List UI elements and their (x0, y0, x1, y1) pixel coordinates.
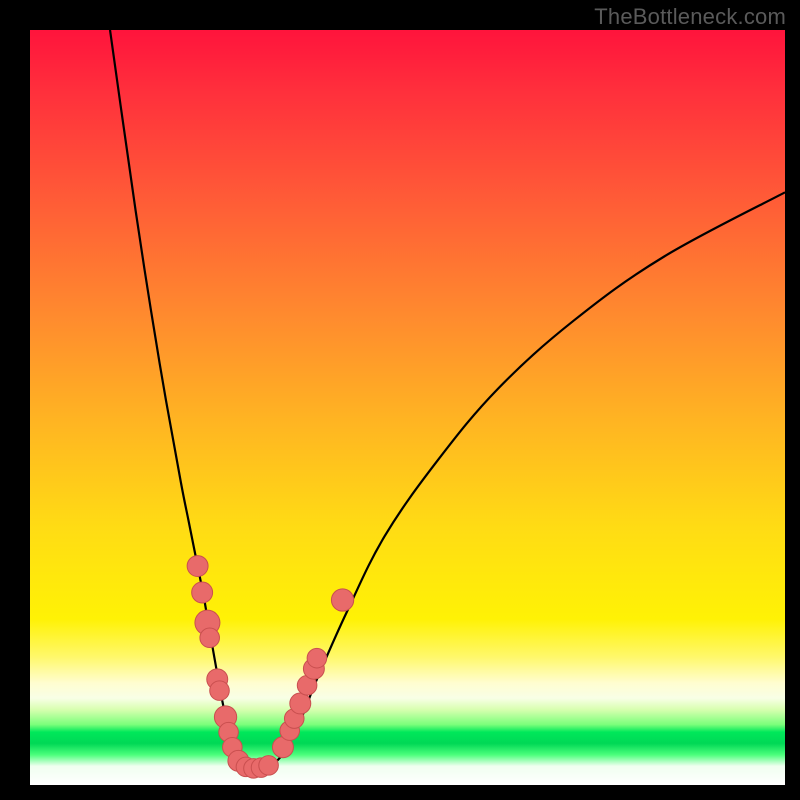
chart-svg (30, 30, 785, 785)
data-marker (187, 556, 208, 577)
data-marker (290, 693, 311, 714)
watermark-text: TheBottleneck.com (594, 4, 786, 30)
data-marker (210, 681, 230, 701)
bottleneck-curve (110, 30, 785, 769)
data-marker (200, 628, 220, 648)
marker-layer (187, 556, 354, 779)
data-marker (259, 756, 279, 776)
data-marker (331, 589, 353, 611)
chart-frame: TheBottleneck.com (0, 0, 800, 800)
data-marker (307, 648, 327, 668)
plot-area (30, 30, 785, 785)
data-marker (192, 582, 213, 603)
